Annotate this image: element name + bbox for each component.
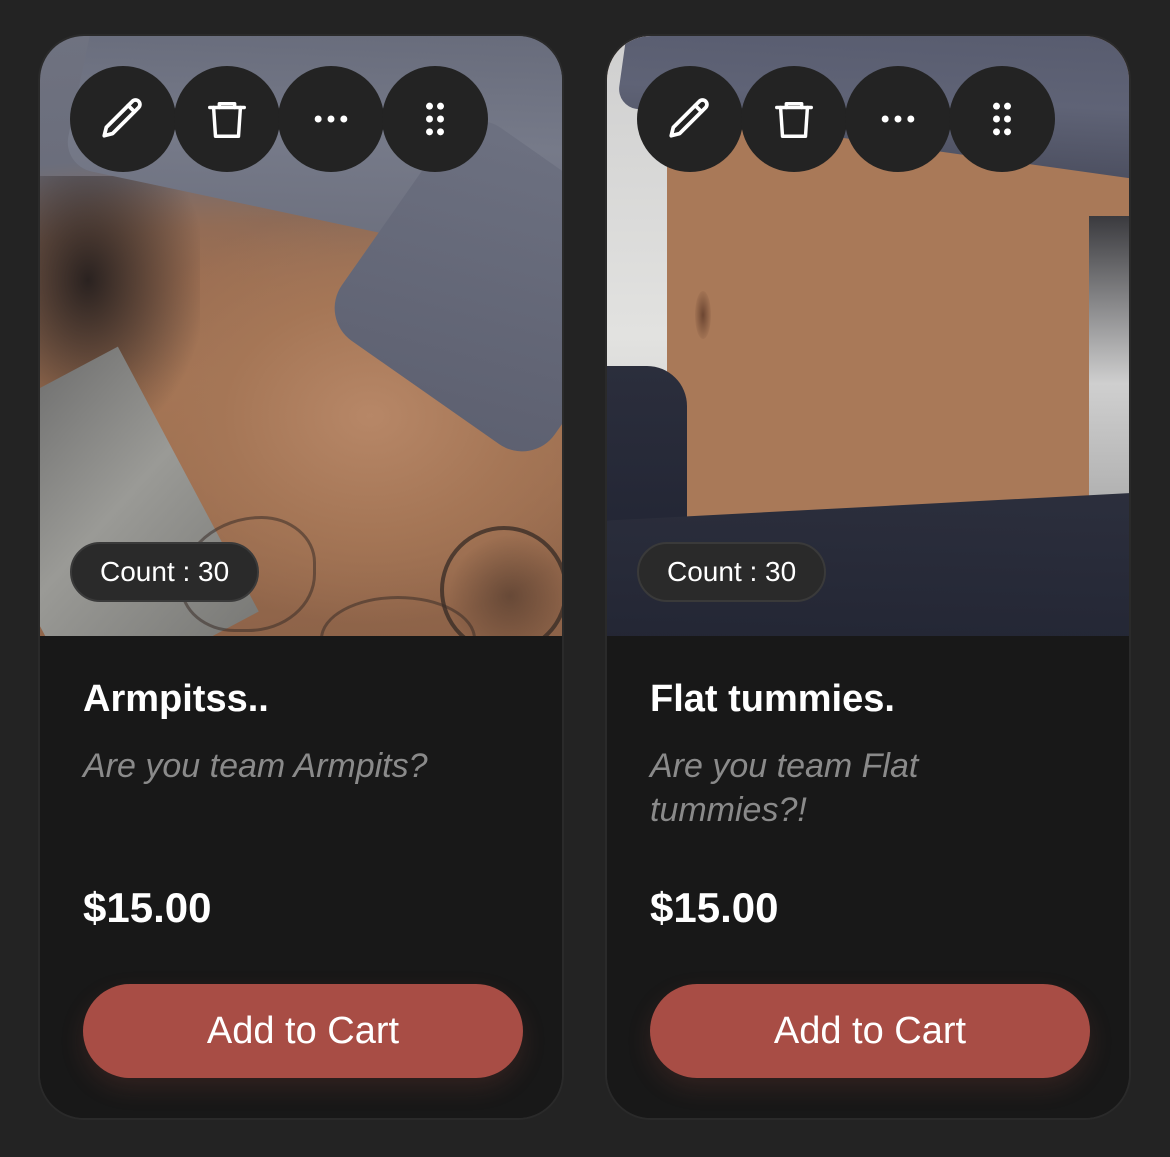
product-description: Are you team Armpits? [83,747,428,785]
product-card[interactable]: Count : 30 Flat tummies. Are you team Fl… [605,34,1131,1120]
edit-button[interactable] [637,66,743,172]
product-card[interactable]: Count : 30 Armpitss.. Are you team Armpi… [38,34,564,1120]
more-options-button[interactable] [845,66,951,172]
product-price: $15.00 [83,884,212,931]
drag-handle-button[interactable] [949,66,1055,172]
add-to-cart-button[interactable]: Add to Cart [650,984,1090,1078]
delete-button[interactable] [741,66,847,172]
trash-icon [208,101,246,138]
count-badge: Count : 30 [70,542,260,602]
add-to-cart-button[interactable]: Add to Cart [83,984,523,1078]
product-description: Are you team Flat tummies?! [650,747,919,829]
pencil-icon [102,98,142,138]
pencil-icon [669,98,709,138]
drag-handle-button[interactable] [382,66,488,172]
product-title: Flat tummies. [650,678,895,720]
delete-button[interactable] [174,66,280,172]
trash-icon [775,101,813,138]
more-options-button[interactable] [278,66,384,172]
edit-button[interactable] [70,66,176,172]
more-horizontal-icon [314,115,348,123]
product-grid: Count : 30 Armpitss.. Are you team Armpi… [0,0,1170,1157]
product-info: Armpitss.. Are you team Armpits? $15.00 … [40,636,562,1118]
count-badge: Count : 30 [637,542,827,602]
drag-handle-icon [426,102,444,136]
drag-handle-icon [993,102,1011,136]
card-actions [637,66,1055,172]
product-price: $15.00 [650,884,779,931]
product-photo[interactable]: Count : 30 [607,36,1129,636]
product-title: Armpitss.. [83,678,269,720]
product-photo[interactable]: Count : 30 [40,36,562,636]
product-info: Flat tummies. Are you team Flat tummies?… [607,636,1129,1118]
card-actions [70,66,488,172]
more-horizontal-icon [881,115,915,123]
